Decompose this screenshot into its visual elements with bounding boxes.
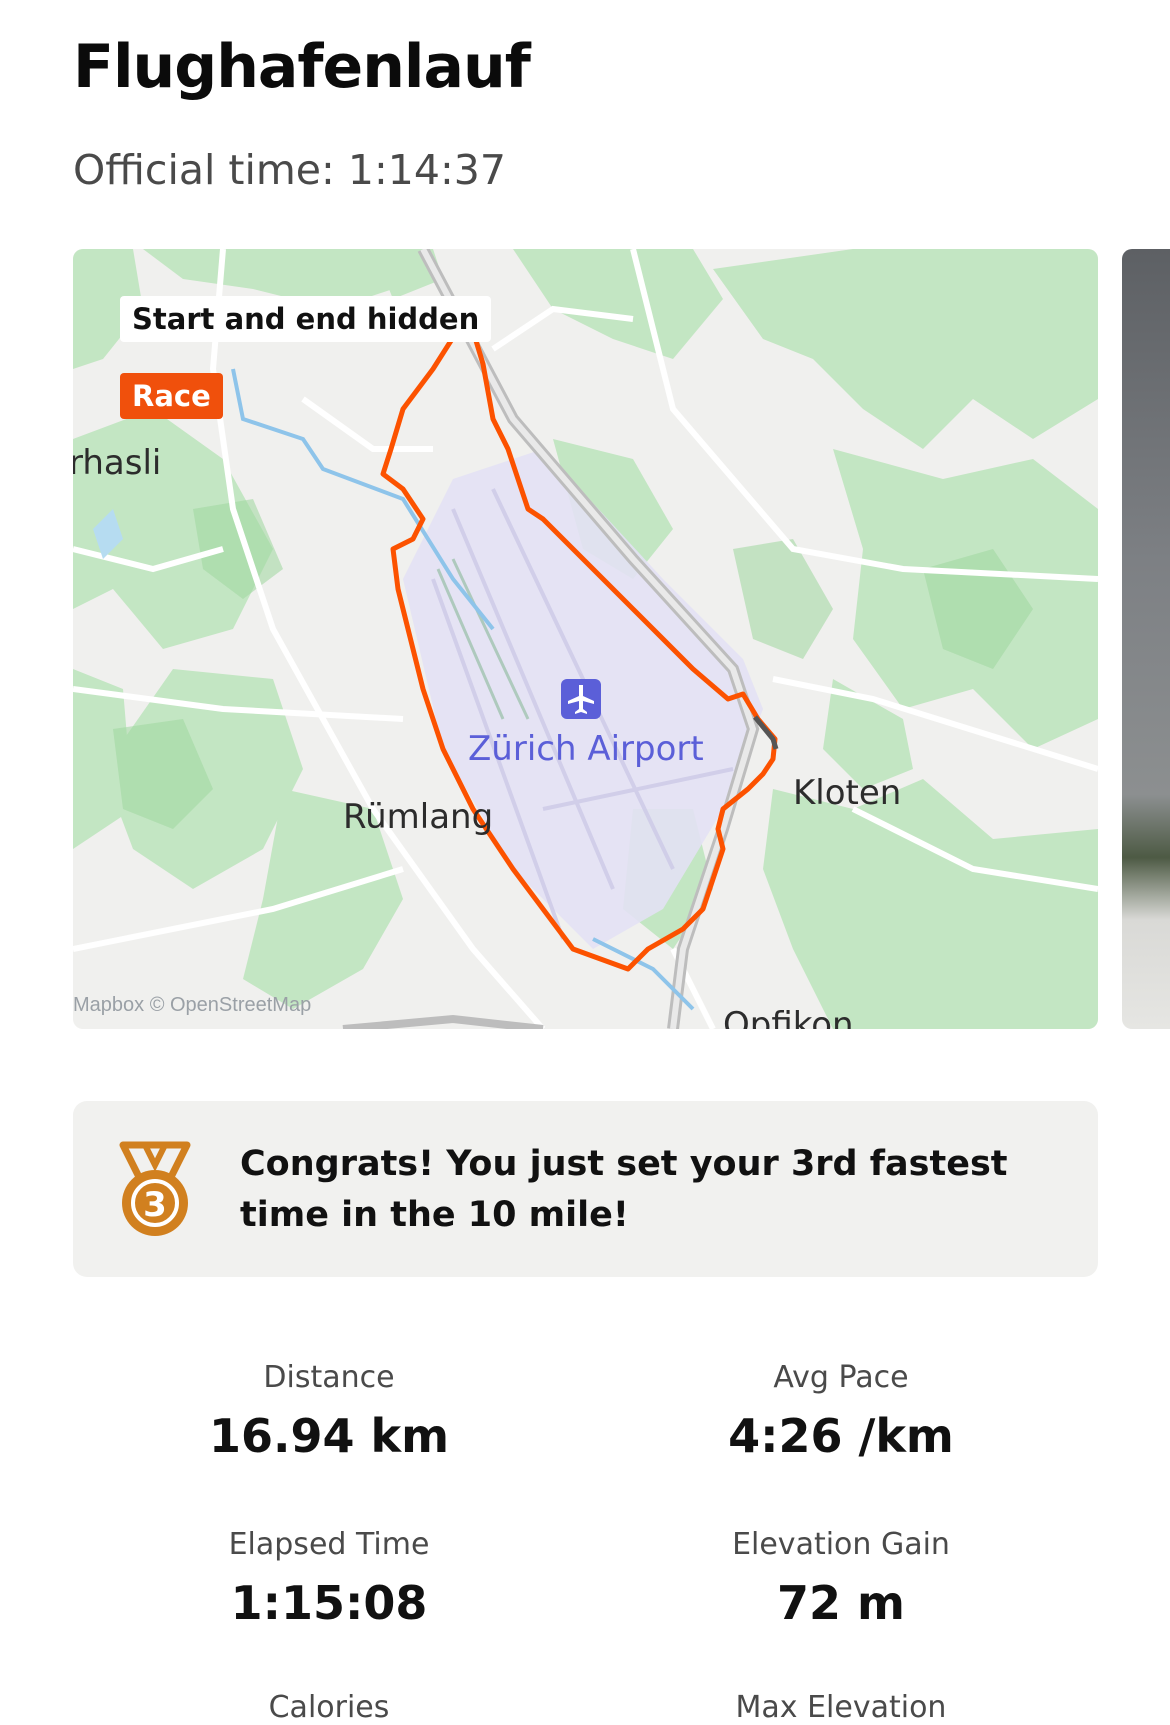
stat-elapsed-time: Elapsed Time 1:15:08	[129, 1527, 529, 1630]
airport-label: Zürich Airport	[468, 729, 704, 769]
stat-calories: Calories	[129, 1690, 529, 1725]
achievement-text: Congrats! You just set your 3rd fastest …	[240, 1144, 1008, 1235]
stat-value: 4:26 /km	[728, 1409, 954, 1463]
stat-elevation-gain: Elevation Gain 72 m	[641, 1527, 1041, 1630]
achievement-card[interactable]: 3 Congrats! You just set your 3rd fastes…	[73, 1101, 1098, 1277]
stat-avg-pace: Avg Pace 4:26 /km	[641, 1360, 1041, 1463]
stat-label: Elapsed Time	[228, 1527, 430, 1562]
place-label: Kloten	[793, 773, 902, 813]
race-badge: Race	[120, 373, 223, 419]
activity-photo[interactable]	[1122, 249, 1170, 1029]
stat-distance: Distance 16.94 km	[129, 1360, 529, 1463]
stat-label: Calories	[268, 1690, 390, 1725]
route-map[interactable]: Start and end hidden Race rhasli Zürich …	[73, 249, 1098, 1029]
airplane-icon	[561, 679, 601, 719]
stat-label: Avg Pace	[773, 1360, 909, 1395]
privacy-badge: Start and end hidden	[120, 296, 492, 342]
map-attribution[interactable]: Mapbox © OpenStreetMap	[73, 994, 311, 1017]
bronze-medal-icon: 3	[119, 1141, 191, 1236]
place-label: Opfikon	[723, 1005, 854, 1029]
stat-value: 1:15:08	[230, 1576, 428, 1630]
stat-value: 72 m	[777, 1576, 905, 1630]
official-time: Official time: 1:14:37	[73, 146, 506, 194]
stat-label: Distance	[263, 1360, 395, 1395]
map-background	[73, 249, 1098, 1029]
stat-value: 16.94 km	[208, 1409, 450, 1463]
stat-label: Elevation Gain	[732, 1527, 950, 1562]
place-label: rhasli	[73, 443, 162, 483]
activity-title: Flughafenlauf	[73, 32, 531, 102]
stat-label: Max Elevation	[735, 1690, 947, 1725]
medal-number: 3	[143, 1185, 167, 1225]
place-label: Rümlang	[343, 797, 494, 837]
stat-max-elevation: Max Elevation	[641, 1690, 1041, 1725]
